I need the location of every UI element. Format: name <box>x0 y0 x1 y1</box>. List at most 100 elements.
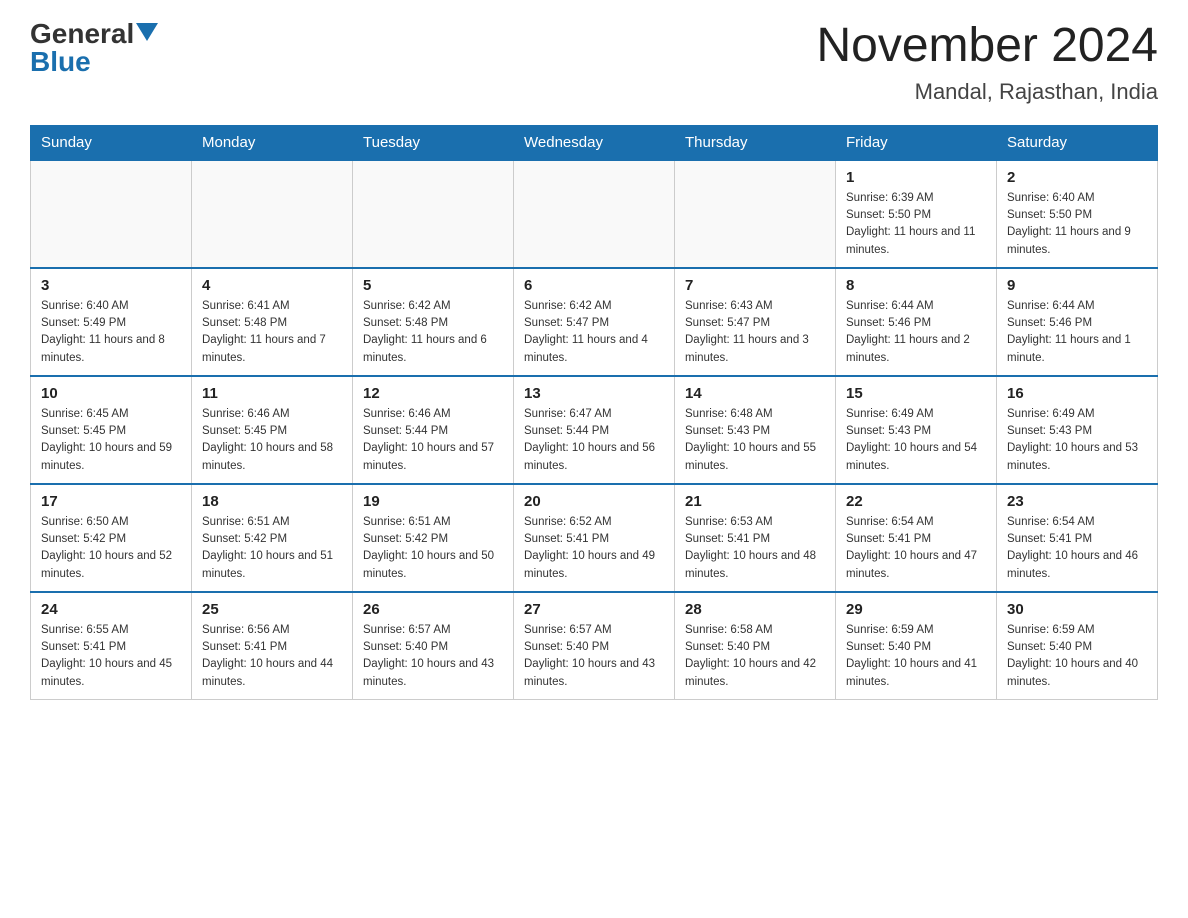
calendar-cell: 19 Sunrise: 6:51 AMSunset: 5:42 PMDayligh… <box>353 484 514 592</box>
calendar-cell: 28 Sunrise: 6:58 AMSunset: 5:40 PMDayligh… <box>675 592 836 700</box>
calendar-cell: 21 Sunrise: 6:53 AMSunset: 5:41 PMDayligh… <box>675 484 836 592</box>
day-info: Sunrise: 6:57 AMSunset: 5:40 PMDaylight:… <box>524 622 664 691</box>
day-number: 11 <box>202 385 342 402</box>
day-number: 18 <box>202 493 342 510</box>
calendar-cell: 25 Sunrise: 6:56 AMSunset: 5:41 PMDayligh… <box>192 592 353 700</box>
day-number: 10 <box>41 385 181 402</box>
calendar-cell: 7Sunrise: 6:43 AMSunset: 5:47 PMDaylight… <box>675 268 836 376</box>
calendar-cell: 18 Sunrise: 6:51 AMSunset: 5:42 PMDayligh… <box>192 484 353 592</box>
calendar-cell: 23 Sunrise: 6:54 AMSunset: 5:41 PMDayligh… <box>997 484 1158 592</box>
day-number: 2 <box>1007 169 1147 186</box>
calendar-cell: 2 Sunrise: 6:40 AMSunset: 5:50 PMDaylight… <box>997 160 1158 268</box>
calendar-cell: 26Sunrise: 6:57 AMSunset: 5:40 PMDayligh… <box>353 592 514 700</box>
calendar-cell <box>31 160 192 268</box>
day-info: Sunrise: 6:53 AMSunset: 5:41 PMDaylight:… <box>685 514 825 583</box>
week-row-1: 1Sunrise: 6:39 AMSunset: 5:50 PMDaylight… <box>31 160 1158 268</box>
day-number: 9 <box>1007 277 1147 294</box>
day-number: 6 <box>524 277 664 294</box>
day-number: 5 <box>363 277 503 294</box>
day-info: Sunrise: 6:59 AMSunset: 5:40 PMDaylight:… <box>1007 622 1147 691</box>
day-number: 20 <box>524 493 664 510</box>
day-number: 30 <box>1007 601 1147 618</box>
month-title: November 2024 <box>816 20 1158 73</box>
calendar-cell <box>514 160 675 268</box>
day-info: Sunrise: 6:58 AMSunset: 5:40 PMDaylight:… <box>685 622 825 691</box>
calendar-table: SundayMondayTuesdayWednesdayThursdayFrid… <box>30 125 1158 700</box>
calendar-cell: 6 Sunrise: 6:42 AMSunset: 5:47 PMDaylight… <box>514 268 675 376</box>
weekday-header-monday: Monday <box>192 125 353 160</box>
calendar-cell: 27Sunrise: 6:57 AMSunset: 5:40 PMDayligh… <box>514 592 675 700</box>
day-number: 3 <box>41 277 181 294</box>
day-info: Sunrise: 6:47 AMSunset: 5:44 PMDaylight:… <box>524 406 664 475</box>
weekday-header-sunday: Sunday <box>31 125 192 160</box>
day-info: Sunrise: 6:50 AMSunset: 5:42 PMDaylight:… <box>41 514 181 583</box>
day-number: 24 <box>41 601 181 618</box>
day-number: 25 <box>202 601 342 618</box>
week-row-2: 3 Sunrise: 6:40 AMSunset: 5:49 PMDaylight… <box>31 268 1158 376</box>
day-info: Sunrise: 6:42 AMSunset: 5:48 PMDaylight:… <box>363 298 503 367</box>
weekday-header-row: SundayMondayTuesdayWednesdayThursdayFrid… <box>31 125 1158 160</box>
day-info: Sunrise: 6:46 AMSunset: 5:45 PMDaylight:… <box>202 406 342 475</box>
calendar-cell <box>192 160 353 268</box>
calendar-cell: 8 Sunrise: 6:44 AMSunset: 5:46 PMDaylight… <box>836 268 997 376</box>
day-info: Sunrise: 6:45 AMSunset: 5:45 PMDaylight:… <box>41 406 181 475</box>
day-number: 28 <box>685 601 825 618</box>
day-info: Sunrise: 6:49 AMSunset: 5:43 PMDaylight:… <box>1007 406 1147 475</box>
day-number: 14 <box>685 385 825 402</box>
week-row-4: 17 Sunrise: 6:50 AMSunset: 5:42 PMDayligh… <box>31 484 1158 592</box>
calendar-cell: 4Sunrise: 6:41 AMSunset: 5:48 PMDaylight… <box>192 268 353 376</box>
title-block: November 2024 Mandal, Rajasthan, India <box>816 20 1158 105</box>
weekday-header-tuesday: Tuesday <box>353 125 514 160</box>
day-number: 19 <box>363 493 503 510</box>
calendar-cell: 13 Sunrise: 6:47 AMSunset: 5:44 PMDayligh… <box>514 376 675 484</box>
day-info: Sunrise: 6:56 AMSunset: 5:41 PMDaylight:… <box>202 622 342 691</box>
day-info: Sunrise: 6:48 AMSunset: 5:43 PMDaylight:… <box>685 406 825 475</box>
day-number: 12 <box>363 385 503 402</box>
day-info: Sunrise: 6:51 AMSunset: 5:42 PMDaylight:… <box>202 514 342 583</box>
week-row-3: 10 Sunrise: 6:45 AMSunset: 5:45 PMDayligh… <box>31 376 1158 484</box>
day-info: Sunrise: 6:40 AMSunset: 5:49 PMDaylight:… <box>41 298 181 367</box>
day-number: 26 <box>363 601 503 618</box>
day-info: Sunrise: 6:59 AMSunset: 5:40 PMDaylight:… <box>846 622 986 691</box>
calendar-cell: 30 Sunrise: 6:59 AMSunset: 5:40 PMDayligh… <box>997 592 1158 700</box>
week-row-5: 24 Sunrise: 6:55 AMSunset: 5:41 PMDayligh… <box>31 592 1158 700</box>
day-info: Sunrise: 6:42 AMSunset: 5:47 PMDaylight:… <box>524 298 664 367</box>
weekday-header-wednesday: Wednesday <box>514 125 675 160</box>
day-info: Sunrise: 6:52 AMSunset: 5:41 PMDaylight:… <box>524 514 664 583</box>
day-info: Sunrise: 6:51 AMSunset: 5:42 PMDaylight:… <box>363 514 503 583</box>
logo-blue-text: Blue <box>30 48 91 76</box>
day-info: Sunrise: 6:49 AMSunset: 5:43 PMDaylight:… <box>846 406 986 475</box>
weekday-header-saturday: Saturday <box>997 125 1158 160</box>
day-info: Sunrise: 6:40 AMSunset: 5:50 PMDaylight:… <box>1007 190 1147 259</box>
calendar-cell: 15 Sunrise: 6:49 AMSunset: 5:43 PMDayligh… <box>836 376 997 484</box>
weekday-header-friday: Friday <box>836 125 997 160</box>
calendar-cell: 10 Sunrise: 6:45 AMSunset: 5:45 PMDayligh… <box>31 376 192 484</box>
calendar-cell <box>675 160 836 268</box>
day-info: Sunrise: 6:46 AMSunset: 5:44 PMDaylight:… <box>363 406 503 475</box>
weekday-header-thursday: Thursday <box>675 125 836 160</box>
page-header: General Blue November 2024 Mandal, Rajas… <box>30 20 1158 105</box>
day-info: Sunrise: 6:55 AMSunset: 5:41 PMDaylight:… <box>41 622 181 691</box>
day-info: Sunrise: 6:44 AMSunset: 5:46 PMDaylight:… <box>1007 298 1147 367</box>
day-number: 16 <box>1007 385 1147 402</box>
logo-general-text: General <box>30 20 134 48</box>
day-number: 17 <box>41 493 181 510</box>
logo-triangle-icon <box>136 23 158 41</box>
day-number: 22 <box>846 493 986 510</box>
day-number: 23 <box>1007 493 1147 510</box>
day-info: Sunrise: 6:44 AMSunset: 5:46 PMDaylight:… <box>846 298 986 367</box>
day-number: 4 <box>202 277 342 294</box>
day-number: 1 <box>846 169 986 186</box>
day-info: Sunrise: 6:54 AMSunset: 5:41 PMDaylight:… <box>1007 514 1147 583</box>
calendar-cell: 14 Sunrise: 6:48 AMSunset: 5:43 PMDayligh… <box>675 376 836 484</box>
day-number: 8 <box>846 277 986 294</box>
day-number: 13 <box>524 385 664 402</box>
day-number: 21 <box>685 493 825 510</box>
day-number: 29 <box>846 601 986 618</box>
calendar-cell: 1Sunrise: 6:39 AMSunset: 5:50 PMDaylight… <box>836 160 997 268</box>
logo: General Blue <box>30 20 158 76</box>
day-number: 15 <box>846 385 986 402</box>
calendar-cell: 17 Sunrise: 6:50 AMSunset: 5:42 PMDayligh… <box>31 484 192 592</box>
calendar-cell: 12 Sunrise: 6:46 AMSunset: 5:44 PMDayligh… <box>353 376 514 484</box>
day-info: Sunrise: 6:54 AMSunset: 5:41 PMDaylight:… <box>846 514 986 583</box>
